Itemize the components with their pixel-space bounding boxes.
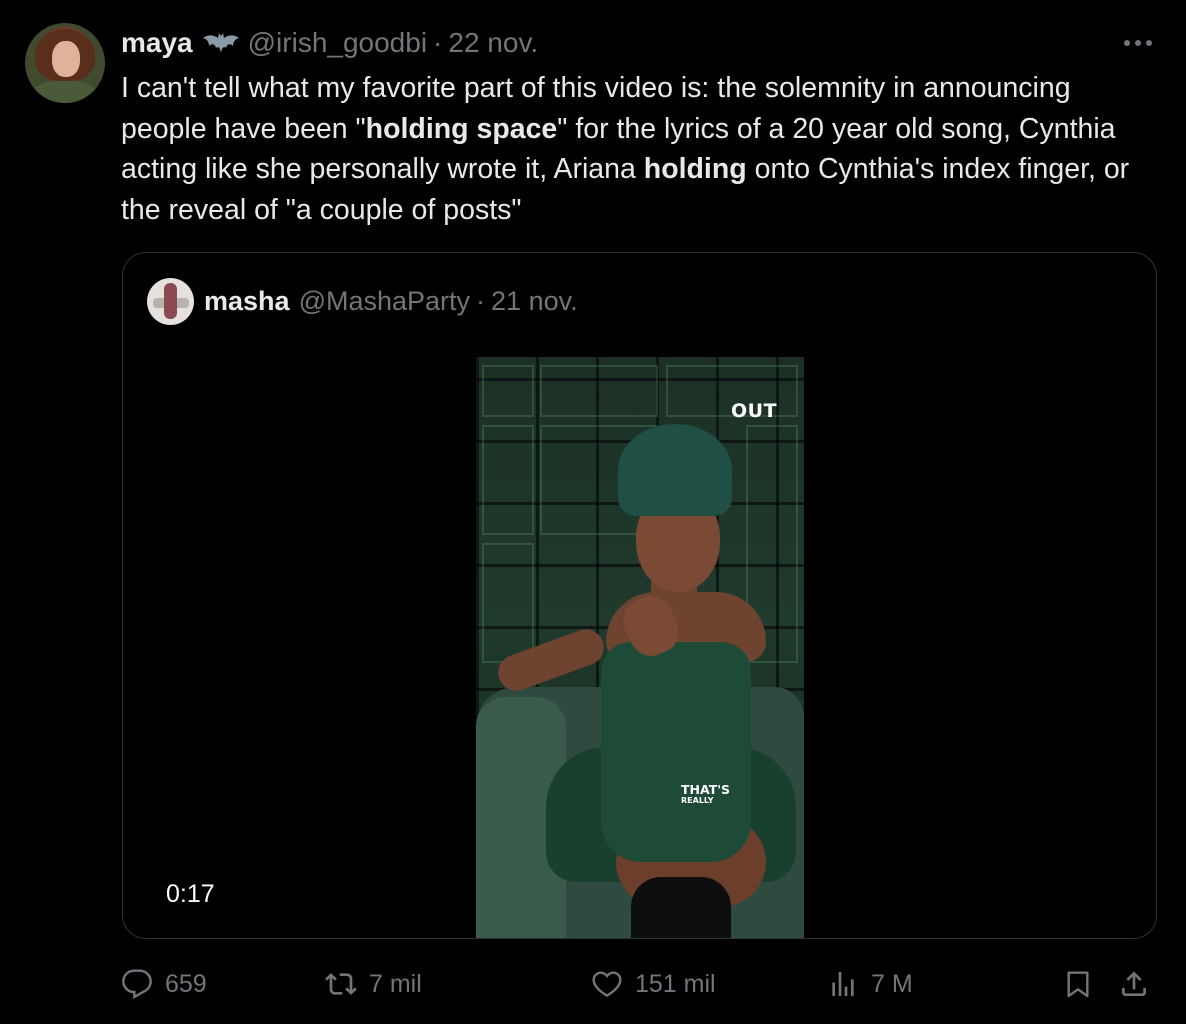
- avatar-figure: [164, 283, 177, 319]
- separator-dot: ·: [433, 27, 443, 58]
- person-dress: [601, 642, 751, 862]
- author-avatar[interactable]: [25, 23, 105, 103]
- tweet-text: I can't tell what my favorite part of th…: [121, 68, 1131, 230]
- tweet-header: maya @irish_goodbi · 22 nov.: [121, 26, 538, 60]
- more-dot: [1135, 40, 1141, 46]
- more-horizontal-icon[interactable]: [1120, 30, 1156, 56]
- tweet-date[interactable]: 22 nov.: [448, 27, 538, 59]
- quoted-tweet[interactable]: masha @MashaParty · 21 nov. OUT THAT'S R…: [122, 252, 1157, 939]
- wall-panel: [482, 365, 534, 417]
- person-boot: [631, 877, 731, 938]
- retweet-button[interactable]: 7 mil: [325, 962, 422, 1006]
- share-button[interactable]: [1118, 962, 1150, 1006]
- more-dot: [1146, 40, 1152, 46]
- views-button[interactable]: 7 M: [827, 962, 913, 1006]
- quoted-tweet-date[interactable]: 21 nov.: [491, 286, 578, 317]
- person-hat: [618, 424, 732, 516]
- wall-panel: [482, 543, 534, 663]
- quoted-tweet-header: masha @MashaParty · 21 nov.: [204, 284, 578, 318]
- video-player[interactable]: OUT THAT'S REALLY 0:17: [123, 357, 1156, 938]
- wall-panel: [540, 365, 658, 417]
- more-dot: [1124, 40, 1130, 46]
- quoted-author-handle[interactable]: @MashaParty: [299, 286, 470, 317]
- retweet-count: 7 mil: [369, 969, 422, 998]
- bat-emoji-icon: [202, 33, 239, 53]
- retweet-icon: [325, 973, 357, 995]
- separator-dot: ·: [476, 285, 486, 316]
- reply-count: 659: [165, 969, 207, 998]
- tweet-text-bold: holding: [643, 153, 747, 185]
- video-timestamp: 0:17: [166, 879, 215, 908]
- video-caption: THAT'S: [681, 782, 731, 797]
- video-caption: REALLY: [681, 796, 714, 805]
- share-icon: [1122, 971, 1146, 996]
- tweet-actions: 659 7 mil 151 mil 7 M: [121, 962, 1157, 1006]
- tweet-text-bold: holding space: [365, 112, 558, 145]
- bookmark-button[interactable]: [1062, 962, 1094, 1006]
- channel-logo: OUT: [731, 400, 778, 422]
- author-handle[interactable]: @irish_goodbi: [248, 27, 427, 59]
- heart-icon: [592, 971, 622, 997]
- avatar-face: [52, 41, 80, 77]
- bookmark-icon: [1067, 971, 1089, 998]
- reply-icon: [122, 969, 152, 999]
- like-count: 151 mil: [635, 969, 716, 998]
- quoted-author-avatar[interactable]: [147, 278, 194, 325]
- tweet[interactable]: maya @irish_goodbi · 22 nov. I can't tel…: [0, 0, 1186, 1024]
- wall-panel: [482, 425, 534, 535]
- quoted-author-name[interactable]: masha: [204, 286, 290, 317]
- reply-button[interactable]: 659: [121, 962, 207, 1006]
- author-name[interactable]: maya: [121, 27, 193, 59]
- views-icon: [832, 972, 854, 996]
- views-count: 7 M: [871, 969, 913, 998]
- avatar-shirt: [33, 81, 97, 103]
- like-button[interactable]: 151 mil: [591, 962, 716, 1006]
- video-frame[interactable]: OUT THAT'S REALLY: [476, 357, 804, 938]
